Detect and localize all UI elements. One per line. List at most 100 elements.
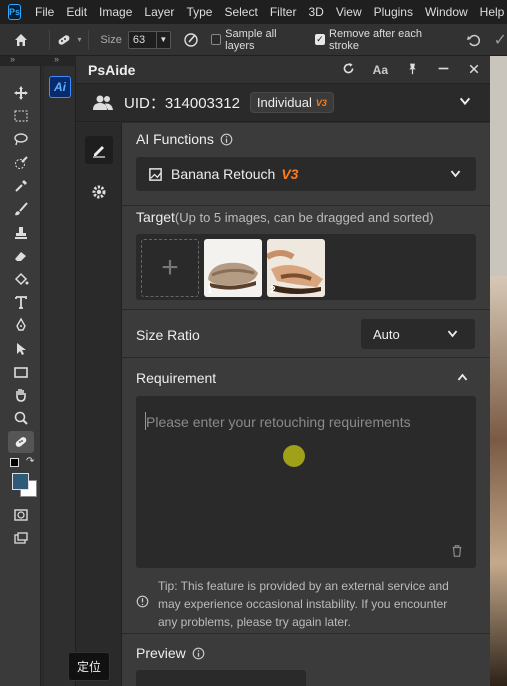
remove-after-stroke-label: Remove after each stroke [329, 27, 422, 52]
eyedropper-tool[interactable] [8, 175, 34, 197]
sample-all-layers-checkbox[interactable] [210, 34, 222, 45]
quick-mask-button[interactable] [8, 504, 34, 526]
type-tool[interactable] [8, 291, 34, 313]
info-icon[interactable] [220, 133, 233, 146]
plan-version: V3 [315, 97, 327, 108]
settings-button[interactable] [85, 178, 113, 206]
target-image-1[interactable]: 1 [204, 239, 262, 297]
marquee-tool[interactable] [8, 105, 34, 127]
divider [122, 205, 490, 206]
healing-brush-tool[interactable] [8, 431, 34, 453]
add-image-button[interactable]: + [141, 239, 199, 297]
menu-layer[interactable]: Layer [138, 5, 180, 19]
path-select-tool[interactable] [8, 338, 34, 360]
default-colors-icon[interactable] [10, 458, 19, 467]
home-button[interactable] [0, 32, 43, 48]
photoshop-logo: Ps [8, 4, 22, 20]
size-input[interactable]: 63 ▼ [127, 30, 171, 49]
remove-after-stroke-checkbox[interactable]: ✓ [314, 34, 326, 45]
clone-stamp-tool[interactable] [8, 222, 34, 244]
psaide-dock-button[interactable]: Ai [49, 76, 71, 98]
menu-bar: Ps File Edit Image Layer Type Select Fil… [0, 0, 507, 24]
font-size-icon[interactable]: Aa [373, 63, 388, 77]
close-icon[interactable] [468, 63, 480, 78]
commit-check-icon[interactable]: ✓ [494, 30, 507, 50]
chevron-down-icon[interactable]: ▼ [155, 31, 170, 48]
paint-bucket-icon [14, 272, 29, 286]
user-info-row: UID：314003312 Individual V3 [76, 84, 490, 122]
lasso-tool[interactable] [8, 128, 34, 150]
target-image-2[interactable]: 2 [267, 239, 325, 297]
tip-text: Tip: This feature is provided by an exte… [158, 579, 449, 629]
pressure-icon[interactable] [183, 32, 199, 48]
panel-header: PsAide Aa [76, 56, 490, 84]
chevron-down-icon [449, 167, 462, 180]
swap-colors-icon[interactable]: ↷ [26, 456, 34, 467]
chevron-up-icon[interactable] [456, 371, 469, 384]
menu-plugins[interactable]: Plugins [368, 5, 419, 19]
requirement-label: Requirement [136, 370, 217, 386]
pen-tool[interactable] [8, 314, 34, 336]
pin-icon[interactable] [406, 62, 419, 78]
menu-edit[interactable]: Edit [60, 5, 93, 19]
move-tool[interactable] [8, 82, 34, 104]
undo-icon[interactable] [466, 32, 482, 48]
menu-image[interactable]: Image [93, 5, 138, 19]
eraser-icon [15, 252, 26, 261]
screen-mode-icon [14, 532, 28, 544]
edit-mode-button[interactable] [85, 136, 113, 164]
divider [48, 29, 50, 50]
tooltip: 定位 [68, 652, 111, 681]
requirement-input[interactable]: Please enter your retouching requirement… [136, 396, 476, 568]
menu-filter[interactable]: Filter [264, 5, 303, 19]
hand-tool[interactable] [8, 384, 34, 406]
divider [122, 633, 490, 634]
divider [87, 29, 89, 50]
menu-file[interactable]: File [29, 5, 60, 19]
home-icon [15, 33, 28, 46]
menu-select[interactable]: Select [218, 5, 263, 19]
mouse-cursor-highlight [283, 445, 305, 467]
expand-left-icon[interactable]: » [10, 54, 15, 64]
chevron-down-icon[interactable] [458, 94, 472, 108]
size-ratio-selected: Auto [373, 326, 400, 342]
menu-3d[interactable]: 3D [302, 5, 329, 19]
stamp-icon [15, 227, 27, 239]
pencil-icon [93, 146, 105, 158]
menu-window[interactable]: Window [419, 5, 474, 19]
zoom-tool[interactable] [8, 407, 34, 429]
users-icon [92, 94, 114, 112]
menu-view[interactable]: View [330, 5, 368, 19]
size-ratio-select[interactable]: Auto [361, 319, 475, 349]
screen-mode-button[interactable] [8, 527, 34, 549]
divider [122, 309, 490, 310]
bandage-icon [15, 437, 27, 447]
ai-function-select[interactable]: Banana Retouch V3 [136, 157, 476, 191]
menu-help[interactable]: Help [474, 5, 507, 19]
panel-title: PsAide [88, 61, 136, 78]
panel-dock: Ai [44, 66, 76, 686]
user-uid: UID：314003312 [124, 95, 240, 112]
pen-icon [16, 317, 26, 331]
rectangle-tool[interactable] [8, 361, 34, 383]
refresh-icon[interactable] [342, 62, 355, 78]
eraser-tool[interactable] [8, 245, 34, 267]
type-icon [15, 296, 27, 309]
info-icon[interactable] [192, 647, 205, 660]
eyedropper-icon [15, 180, 27, 192]
brush-tool[interactable] [8, 198, 34, 220]
psaide-panel: PsAide Aa UID：314003312 Individual V3 AI… [76, 56, 490, 686]
paint-bucket-tool[interactable] [8, 268, 34, 290]
move-icon [14, 86, 28, 100]
target-header: Target(Up to 5 images, can be dragged an… [136, 209, 434, 225]
expand-dock-icon[interactable]: » [54, 54, 59, 64]
quick-select-tool[interactable] [8, 152, 34, 174]
minimize-icon[interactable] [437, 62, 450, 78]
ai-functions-label: AI Functions [136, 131, 214, 147]
menu-type[interactable]: Type [180, 5, 218, 19]
healing-brush-preset-icon[interactable]: ▾ [55, 32, 82, 48]
options-bar: ▾ Size 63 ▼ Sample all layers ✓ Remove a… [0, 24, 507, 56]
trash-icon[interactable] [450, 544, 464, 558]
ai-function-version: V3 [281, 166, 299, 182]
foreground-color-swatch[interactable] [12, 473, 29, 490]
